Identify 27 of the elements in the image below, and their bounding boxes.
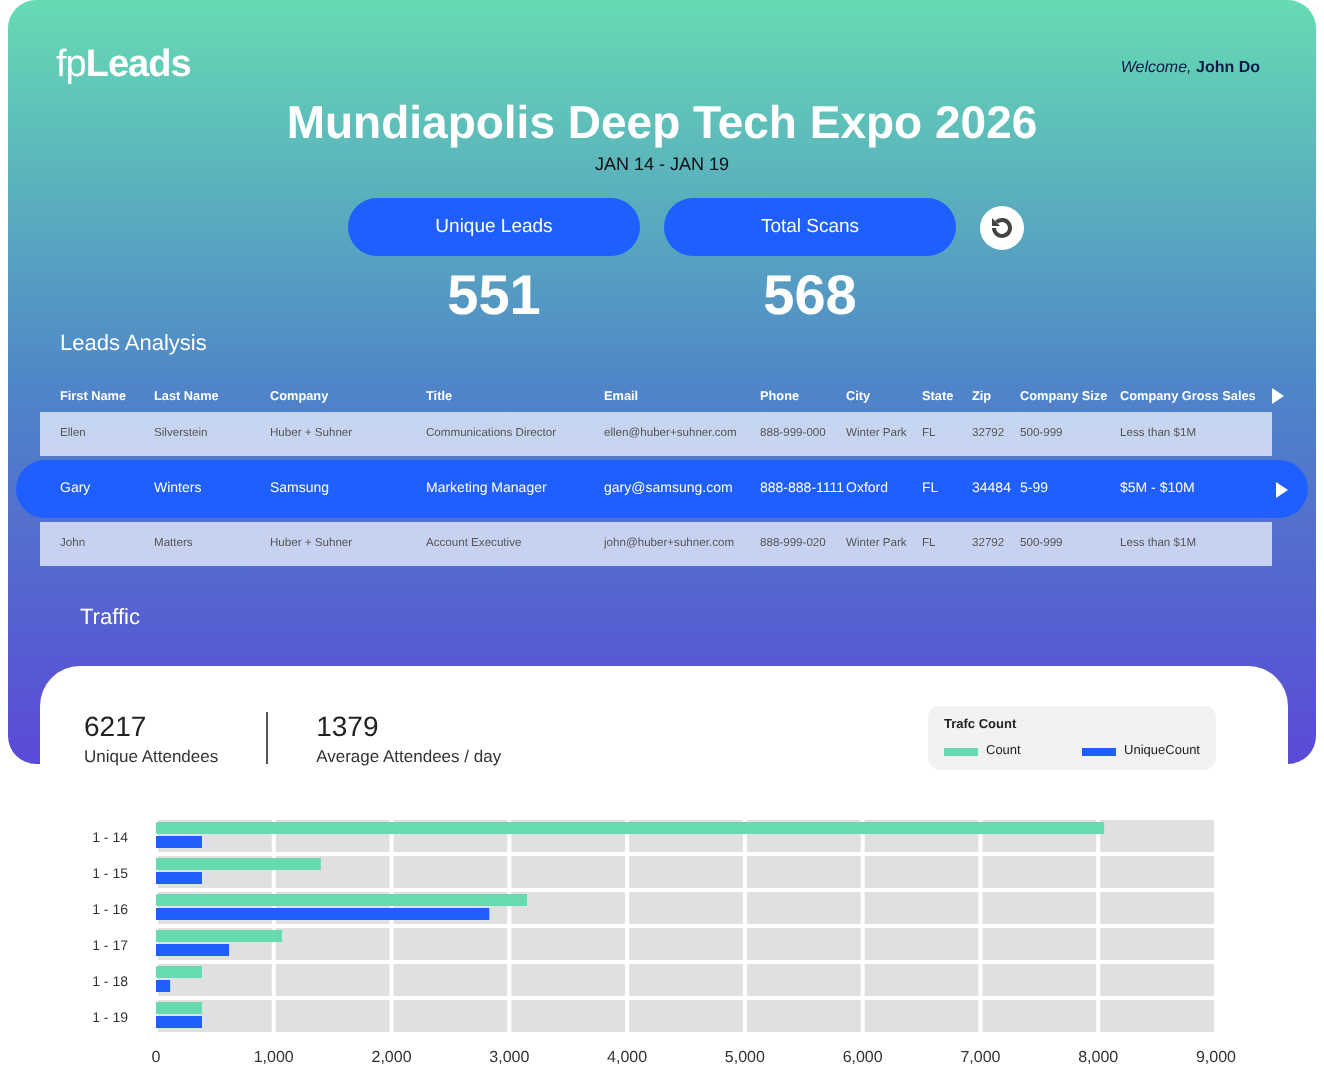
axis-tick-label: 9,000 — [1195, 1048, 1237, 1066]
axis-tick-label: 2,000 — [371, 1048, 412, 1066]
chevron-right-icon[interactable] — [1276, 481, 1288, 497]
axis-tick-label: 8,000 — [1078, 1048, 1119, 1066]
axis-tick-label: 5,000 — [724, 1048, 765, 1066]
welcome-text: Welcome, John Do — [1120, 57, 1260, 75]
stat-value: 551 — [447, 264, 541, 328]
metric-label: Unique Attendees — [84, 746, 219, 766]
stat-value: 568 — [763, 264, 857, 328]
stat-button[interactable]: Unique Leads — [348, 198, 640, 256]
axis-tick-label: 0 — [151, 1048, 161, 1066]
metric-label: Average Attendees / day — [316, 746, 502, 766]
axis-tick-label: 4,000 — [607, 1048, 648, 1066]
axis-tick-label: 1,000 — [253, 1048, 294, 1066]
logo: fpLeads — [56, 44, 191, 88]
section-title: Leads Analysis — [60, 332, 209, 356]
metric-value: 6217 — [84, 710, 149, 742]
event-title: Mundiapolis Deep Tech Expo 2026 — [284, 96, 1040, 150]
stat-button[interactable]: Total Scans — [664, 198, 956, 256]
metric-value: 1379 — [316, 710, 381, 742]
axis-tick-label: 7,000 — [960, 1048, 1001, 1066]
scroll-right-icon[interactable] — [1272, 388, 1284, 404]
axis-tick-label: 3,000 — [489, 1048, 530, 1066]
section-title: Traffic — [80, 606, 142, 630]
refresh-icon[interactable] — [980, 206, 1024, 250]
axis-tick-label: 6,000 — [842, 1048, 883, 1066]
event-dates: JAN 14 - JAN 19 — [592, 154, 732, 174]
